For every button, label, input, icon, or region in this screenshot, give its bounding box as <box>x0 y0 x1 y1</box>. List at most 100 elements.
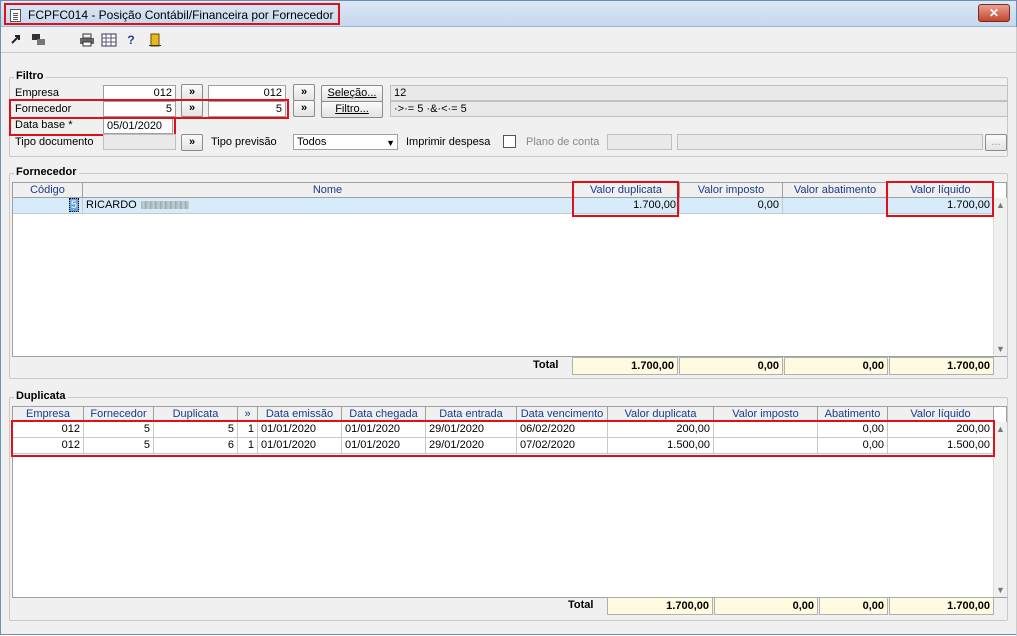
col-empresa[interactable]: Empresa <box>13 407 84 422</box>
cell-parcela: 1 <box>238 422 258 438</box>
cell-valor-duplicata: 1.500,00 <box>608 438 714 454</box>
data-base-input[interactable]: 05/01/2020 <box>103 118 173 134</box>
main-window: FCPFC014 - Posição Contábil/Financeira p… <box>0 0 1017 636</box>
imprimir-despesa-checkbox[interactable] <box>503 135 516 148</box>
print-icon[interactable] <box>79 33 95 47</box>
scroll-down-icon[interactable]: ▼ <box>994 344 1007 354</box>
cell-abatimento: 0,00 <box>818 438 888 454</box>
cell-duplicata: 5 <box>154 422 238 438</box>
empresa-from-input[interactable]: 012 <box>103 85 176 101</box>
tipo-previsao-label: Tipo previsão <box>211 136 277 148</box>
scroll-down-icon[interactable]: ▼ <box>994 585 1007 595</box>
fornecedor-total-liquido: 1.700,00 <box>889 357 994 375</box>
col-fornecedor[interactable]: Fornecedor <box>84 407 154 422</box>
close-button[interactable]: ✕ <box>978 4 1010 22</box>
duplicata-legend: Duplicata <box>14 390 68 402</box>
col-valor-imposto[interactable]: Valor imposto <box>680 183 783 198</box>
filtro-button-label: Filtro... <box>335 103 369 115</box>
cell-data-vencimento: 06/02/2020 <box>517 422 608 438</box>
cell-valor-liquido: 200,00 <box>888 422 994 438</box>
filtro-button[interactable]: Filtro... <box>321 101 383 118</box>
cell-valor-abatimento <box>783 198 888 214</box>
cell-fornecedor: 5 <box>84 438 154 454</box>
col-valor-imposto[interactable]: Valor imposto <box>714 407 818 422</box>
tipo-documento-input[interactable] <box>103 134 176 150</box>
tipo-previsao-value: Todos <box>297 136 327 148</box>
nome-value: RICARDO <box>86 199 137 211</box>
fornecedor-to-input[interactable]: 5 <box>208 101 286 117</box>
cell-data-chegada: 01/01/2020 <box>342 422 426 438</box>
cell-abatimento: 0,00 <box>818 422 888 438</box>
col-data-emissao[interactable]: Data emissão <box>258 407 342 422</box>
cell-nome: RICARDO <box>83 198 573 214</box>
cell-codigo: 5 <box>13 198 83 214</box>
cell-fornecedor: 5 <box>84 422 154 438</box>
fornecedor-scrollbar[interactable]: ▲ ▼ <box>993 198 1007 356</box>
cell-data-emissao: 01/01/2020 <box>258 438 342 454</box>
cell-valor-liquido: 1.500,00 <box>888 438 994 454</box>
duplicata-total-abatimento: 0,00 <box>819 597 888 615</box>
filtro-value: ·>·= 5 ·&·<·= 5 <box>390 101 1008 117</box>
cell-parcela: 1 <box>238 438 258 454</box>
plano-conta-ellipsis-button[interactable]: ... <box>985 134 1007 151</box>
cell-data-chegada: 01/01/2020 <box>342 438 426 454</box>
tipo-previsao-select[interactable]: Todos ▼ <box>293 134 398 150</box>
tipo-documento-label: Tipo documento <box>15 136 94 148</box>
fornecedor-from-input[interactable]: 5 <box>103 101 176 117</box>
scroll-up-icon[interactable]: ▲ <box>994 424 1007 434</box>
col-data-chegada[interactable]: Data chegada <box>342 407 426 422</box>
fornecedor-range-button[interactable]: » <box>181 100 203 117</box>
cell-data-emissao: 01/01/2020 <box>258 422 342 438</box>
col-duplicata[interactable]: Duplicata <box>154 407 238 422</box>
help-icon[interactable]: ? <box>123 33 139 47</box>
scroll-up-icon[interactable]: ▲ <box>994 200 1007 210</box>
col-valor-abatimento[interactable]: Valor abatimento <box>783 183 888 198</box>
cell-empresa: 012 <box>13 438 84 454</box>
col-valor-liquido[interactable]: Valor líquido <box>888 407 994 422</box>
imprimir-despesa-label: Imprimir despesa <box>406 136 491 148</box>
arrow-export-icon[interactable] <box>9 33 25 47</box>
tipo-documento-range-button[interactable]: » <box>181 134 203 151</box>
data-base-label: Data base * <box>15 119 73 131</box>
col-parcela[interactable]: » <box>238 407 258 422</box>
duplicata-scrollbar[interactable]: ▲ ▼ <box>993 422 1007 597</box>
window-title: FCPFC014 - Posição Contábil/Financeira p… <box>28 8 334 22</box>
duplicata-total-duplicata: 1.700,00 <box>607 597 713 615</box>
col-valor-duplicata[interactable]: Valor duplicata <box>608 407 714 422</box>
filtro-legend: Filtro <box>14 70 46 82</box>
fornecedor-total-abatimento: 0,00 <box>784 357 888 375</box>
cell-valor-imposto <box>714 438 818 454</box>
calendar-grid-icon[interactable] <box>101 33 117 47</box>
redacted-block <box>140 201 189 210</box>
col-valor-liquido[interactable]: Valor líquido <box>888 183 994 198</box>
col-nome[interactable]: Nome <box>83 183 573 198</box>
col-valor-duplicata[interactable]: Valor duplicata <box>573 183 680 198</box>
selecao-button[interactable]: Seleção... <box>321 85 383 102</box>
col-data-vencimento[interactable]: Data vencimento <box>517 407 608 422</box>
cell-data-vencimento: 07/02/2020 <box>517 438 608 454</box>
title-bar: FCPFC014 - Posição Contábil/Financeira p… <box>1 1 1016 27</box>
duplicata-total-label: Total <box>568 599 594 611</box>
exit-door-icon[interactable] <box>147 33 163 47</box>
col-codigo[interactable]: Código <box>13 183 83 198</box>
cell-empresa: 012 <box>13 422 84 438</box>
fornecedor-label: Fornecedor <box>15 103 72 115</box>
empresa-to-range-button[interactable]: » <box>293 84 315 101</box>
selecao-value: 12 <box>390 85 1008 101</box>
cell-data-entrada: 29/01/2020 <box>426 422 517 438</box>
col-abatimento[interactable]: Abatimento <box>818 407 888 422</box>
transfer-icon[interactable] <box>31 33 47 47</box>
empresa-to-input[interactable]: 012 <box>208 85 286 101</box>
col-data-entrada[interactable]: Data entrada <box>426 407 517 422</box>
cell-valor-liquido: 1.700,00 <box>888 198 994 214</box>
chevron-down-icon: ▼ <box>386 138 395 148</box>
fornecedor-to-range-button[interactable]: » <box>293 100 315 117</box>
empresa-label: Empresa <box>15 87 60 99</box>
empresa-range-button[interactable]: » <box>181 84 203 101</box>
duplicata-grid: Empresa Fornecedor Duplicata » Data emis… <box>12 406 1007 598</box>
document-icon <box>10 9 21 22</box>
cell-valor-imposto: 0,00 <box>680 198 783 214</box>
cell-valor-duplicata: 200,00 <box>608 422 714 438</box>
plano-conta-code-input <box>607 134 672 150</box>
codigo-value: 5 <box>68 198 79 212</box>
